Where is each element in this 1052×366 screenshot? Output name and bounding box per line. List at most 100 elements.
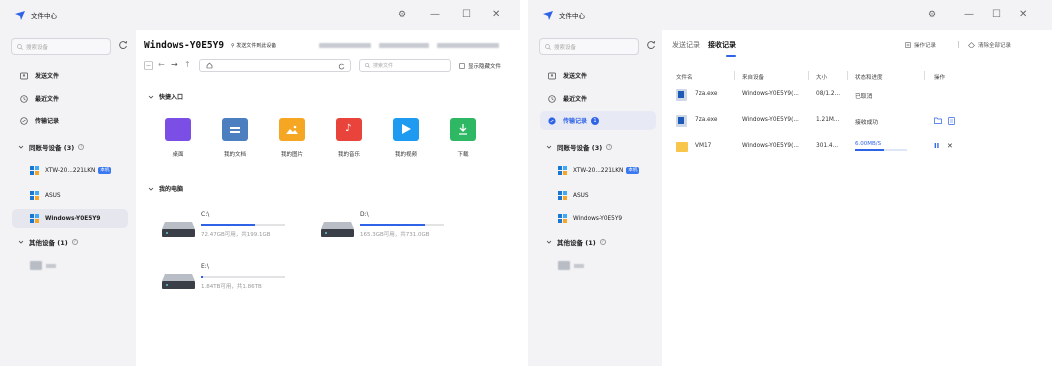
- close-button[interactable]: ✕: [492, 10, 500, 20]
- nav-recent-files[interactable]: 最近文件: [12, 89, 128, 108]
- cell-source: Windows-Y0E5Y9(...: [742, 117, 799, 123]
- tab-send-log[interactable]: 发送记录: [672, 40, 700, 50]
- action-label: 清除全部记录: [978, 43, 1012, 49]
- device-item-other[interactable]: [540, 256, 656, 275]
- help-icon[interactable]: ?: [606, 143, 613, 150]
- music-folder-icon: ♪: [336, 118, 362, 141]
- show-hidden-toggle[interactable]: 显示隐藏文件: [459, 62, 501, 70]
- maximize-button[interactable]: ☐: [992, 10, 1001, 20]
- cancel-icon[interactable]: ✕: [947, 142, 953, 150]
- drive-e[interactable]: E:\ 1.84TB可用，共1.86TB: [162, 263, 285, 290]
- table-row[interactable]: 7za.exe Windows-Y0E5Y9(... 08/1.2... 已取消: [662, 86, 1052, 104]
- device-search-input[interactable]: 搜索设备: [11, 38, 111, 55]
- minimize-button[interactable]: —: [964, 10, 974, 20]
- help-icon[interactable]: ?: [599, 238, 606, 245]
- quick-access-documents[interactable]: 我的文档: [215, 118, 255, 158]
- nav-label: 传输记录: [35, 118, 60, 125]
- group-label: 同账号设备 (3): [29, 143, 75, 152]
- group-other-devices[interactable]: 其他设备 (1) ?: [540, 232, 656, 251]
- send-to-device-link[interactable]: ⚲ 发送文件到此设备: [231, 42, 276, 49]
- tab-receive-log[interactable]: 接收记录: [708, 40, 736, 50]
- quick-access-pictures[interactable]: 我的图片: [272, 118, 312, 158]
- minimize-button[interactable]: —: [430, 10, 440, 20]
- clear-all-button[interactable]: 清除全部记录: [968, 41, 1011, 49]
- quick-access-music[interactable]: ♪ 我的音乐: [329, 118, 369, 158]
- app-logo-icon: [15, 10, 25, 20]
- windows-device-icon: [30, 166, 39, 175]
- progress-bar: [855, 149, 907, 151]
- nav-send-files[interactable]: 发送文件: [12, 66, 128, 85]
- main-content: Windows-Y0E5Y9 ⚲ 发送文件到此设备 ← → ↑ 搜索文件 显示隐…: [136, 30, 520, 366]
- drive-c[interactable]: C:\ 72.47GB可用，共199.1GB: [162, 211, 285, 238]
- clock-icon: [548, 94, 556, 103]
- refresh-icon[interactable]: [338, 63, 345, 70]
- nav-transfer-log-selected[interactable]: 传输记录 1: [540, 111, 656, 130]
- sidebar: 搜索设备 发送文件 最近文件 传输记录 同账号设备 (3) ? XTW-20..…: [0, 30, 136, 366]
- blurred-device-icon: [30, 261, 42, 270]
- back-arrow-icon[interactable]: ←: [158, 60, 165, 69]
- close-button[interactable]: ✕: [1019, 10, 1027, 20]
- quick-access-videos[interactable]: 我的视频: [386, 118, 426, 158]
- device-item-asus[interactable]: ASUS: [540, 186, 656, 205]
- device-item-windows-selected[interactable]: Windows-Y0E5Y9: [12, 209, 128, 228]
- drive-usage-fill: [201, 224, 255, 226]
- show-hidden-checkbox[interactable]: [459, 63, 465, 69]
- nav-send-files[interactable]: 发送文件: [540, 66, 656, 85]
- section-label: 快捷入口: [159, 94, 184, 101]
- quick-access-desktop[interactable]: 桌面: [158, 118, 198, 158]
- my-computer-header[interactable]: 我的电脑: [148, 184, 183, 193]
- local-badge: 本机: [626, 167, 640, 174]
- device-item-windows[interactable]: Windows-Y0E5Y9: [540, 209, 656, 228]
- forward-arrow-icon[interactable]: →: [171, 60, 178, 69]
- open-file-icon[interactable]: [948, 117, 955, 125]
- address-bar[interactable]: [199, 59, 351, 72]
- cell-status: 接收成功: [855, 120, 879, 126]
- drive-name: E:\: [201, 263, 209, 270]
- pause-icon[interactable]: II: [934, 142, 939, 150]
- maximize-button[interactable]: ☐: [462, 10, 471, 20]
- chevron-down-icon: [18, 145, 24, 149]
- nav-transfer-log[interactable]: 传输记录: [12, 111, 128, 130]
- settings-icon[interactable]: ⚙: [398, 10, 406, 20]
- hard-drive-icon: [162, 222, 195, 237]
- column-header-size: 大小: [816, 75, 828, 81]
- send-file-icon: [20, 72, 28, 79]
- group-same-account[interactable]: 同账号设备 (3) ?: [12, 137, 128, 156]
- cell-source: Windows-Y0E5Y9(...: [742, 143, 799, 149]
- sidebar: 搜索设备 发送文件 最近文件 传输记录 1 同账号设备 (3) ? XTW-20…: [528, 30, 662, 366]
- nav-recent-files[interactable]: 最近文件: [540, 89, 656, 108]
- quick-access-downloads[interactable]: 下载: [443, 118, 483, 158]
- nav-label: 最近文件: [563, 96, 588, 103]
- refresh-icon[interactable]: [646, 40, 656, 50]
- quick-access-label: 下载: [457, 152, 469, 158]
- help-icon[interactable]: ?: [78, 143, 85, 150]
- drive-size: 1.84TB可用，共1.86TB: [201, 284, 262, 290]
- refresh-icon[interactable]: [118, 40, 128, 50]
- up-arrow-icon[interactable]: ↑: [184, 60, 191, 69]
- device-search-input[interactable]: 搜索设备: [539, 38, 639, 55]
- transfer-log-panel: 发送记录 接收记录 操作记录 清除全部记录 文件名 来自设备 大小 状态和进度 …: [662, 30, 1052, 366]
- search-icon: [545, 43, 551, 50]
- open-folder-icon[interactable]: [934, 117, 942, 124]
- divider: [958, 41, 959, 48]
- help-icon[interactable]: ?: [71, 238, 78, 245]
- copy-path-icon[interactable]: [144, 61, 153, 70]
- search-placeholder: 搜索设备: [554, 44, 577, 51]
- quick-access-header[interactable]: 快捷入口: [148, 92, 183, 101]
- group-same-account[interactable]: 同账号设备 (3) ?: [540, 137, 656, 156]
- settings-icon[interactable]: ⚙: [928, 10, 936, 20]
- exe-file-icon: [676, 89, 687, 101]
- file-search-input[interactable]: 搜索文件: [359, 59, 451, 72]
- local-badge: 本机: [98, 167, 112, 174]
- blurred-device-icon: [558, 261, 570, 270]
- drive-d[interactable]: D:\ 165.3GB可用，共731.0GB: [321, 211, 444, 238]
- device-item-other[interactable]: [12, 256, 128, 275]
- table-row[interactable]: VM17 Windows-Y0E5Y9(... 301.4... 6.00MB/…: [662, 138, 1052, 156]
- operation-log-button[interactable]: 操作记录: [905, 41, 936, 49]
- table-row[interactable]: 7za.exe Windows-Y0E5Y9(... 1.21M... 接收成功: [662, 112, 1052, 130]
- device-item-asus[interactable]: ASUS: [12, 186, 128, 205]
- device-item-xtw[interactable]: XTW-20...221LKN 本机: [12, 161, 128, 180]
- device-item-xtw[interactable]: XTW-20...221LKN 本机: [540, 161, 656, 180]
- group-other-devices[interactable]: 其他设备 (1) ?: [12, 232, 128, 251]
- drive-usage-fill: [360, 224, 425, 226]
